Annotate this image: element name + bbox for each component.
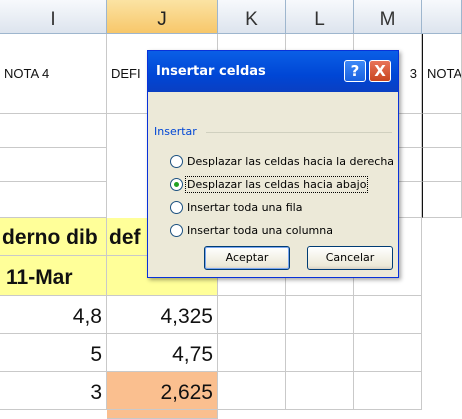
cell-empty[interactable] [218,296,286,334]
cell-i-data[interactable]: 5 [0,334,107,372]
option-shift-right-label[interactable]: Desplazar las celdas hacia la derecha [187,155,394,168]
cell-empty[interactable] [286,372,354,410]
column-header-k[interactable]: K [218,0,286,34]
cell-j-data[interactable] [107,410,218,419]
dialog-title: Insertar celdas [156,64,266,79]
group-divider [206,132,392,133]
cell-n-header[interactable]: NOTA [422,34,462,114]
option-shift-down-label[interactable]: Desplazar las celdas hacia abajo [184,176,369,193]
cell-empty[interactable] [354,296,422,334]
cell-empty[interactable] [422,182,462,218]
cancel-button[interactable]: Cancelar [307,246,393,270]
cell-empty[interactable] [354,334,422,372]
option-entire-column-label[interactable]: Insertar toda una columna [187,224,333,237]
close-icon[interactable]: X [369,60,391,82]
cell-empty[interactable] [354,372,422,410]
cell-empty[interactable] [0,148,107,182]
cell-empty[interactable] [286,334,354,372]
cell-j-data[interactable]: 4,325 [107,296,218,334]
radio-shift-right[interactable] [170,155,183,168]
cell-empty[interactable] [0,182,107,218]
cell-j-data[interactable]: 2,625 [107,372,218,410]
column-header-next[interactable] [422,0,462,34]
cell-empty[interactable] [218,372,286,410]
dialog-title-bar[interactable]: Insertar celdas ? X [148,51,398,92]
cell-i-title[interactable]: derno dib [0,218,107,256]
cell-empty[interactable] [422,148,462,182]
column-header-m[interactable]: M [354,0,422,34]
option-entire-row-label[interactable]: Insertar toda una fila [187,201,302,214]
cell-empty[interactable] [286,296,354,334]
cell-j-data[interactable]: 4,75 [107,334,218,372]
column-header-l[interactable]: L [286,0,354,34]
accept-button[interactable]: Aceptar [204,246,290,270]
insert-cells-dialog: Insertar celdas ? X Insertar Desplazar l… [147,50,399,278]
column-header-j[interactable]: J [107,0,218,34]
radio-entire-column[interactable] [170,224,183,237]
cell-i-date[interactable]: 11-Mar [0,256,107,296]
insert-group-label: Insertar [154,125,197,138]
cell-i-data[interactable]: 4,8 [0,296,107,334]
help-icon[interactable]: ? [344,60,366,82]
cell-empty[interactable] [218,334,286,372]
cell-i-header[interactable]: NOTA 4 [0,34,107,114]
cell-i-data[interactable]: 3 [0,372,107,410]
cell-empty[interactable] [0,114,107,148]
column-header-i[interactable]: I [0,0,107,34]
cell-empty[interactable] [422,114,462,148]
radio-entire-row[interactable] [170,201,183,214]
radio-shift-down[interactable] [170,178,183,191]
